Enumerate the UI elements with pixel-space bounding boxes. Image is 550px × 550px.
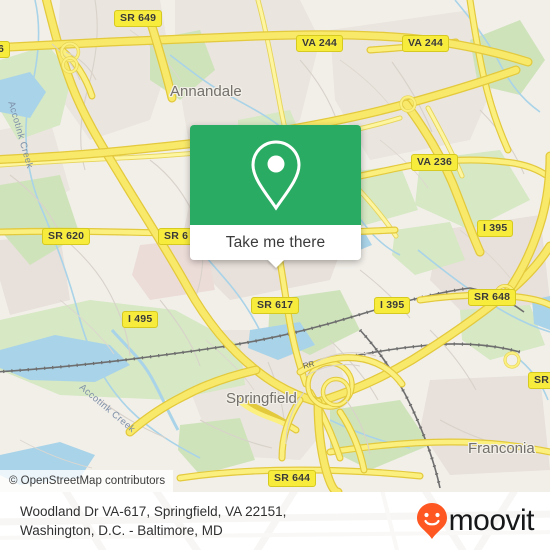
callout-pin-panel [190, 125, 361, 225]
road-shield-sr-620[interactable]: SR 620 [42, 228, 91, 245]
moovit-brand[interactable]: moovit [416, 502, 535, 540]
road-shield-sr-6-partial-left[interactable]: SR 6 [158, 228, 195, 245]
map-attribution[interactable]: © OpenStreetMap contributors [0, 470, 174, 492]
address-line-1: Woodland Dr VA-617, Springfield, VA 2215… [20, 504, 287, 519]
road-shield-sr-6-partial-right[interactable]: SR 6 [528, 372, 550, 389]
take-me-there-label: Take me there [225, 233, 326, 251]
callout-action-panel[interactable]: Take me there [190, 225, 361, 268]
road-shield-left-edge-partial[interactable]: 6 [0, 41, 11, 58]
callout-tail-pointer [266, 259, 285, 268]
road-shield-i-395-upper[interactable]: I 395 [477, 220, 514, 237]
road-shield-va-236[interactable]: VA 236 [411, 154, 459, 171]
place-label-springfield: Springfield [226, 390, 297, 407]
road-shield-va-244-west[interactable]: VA 244 [296, 35, 344, 52]
road-shield-sr-644[interactable]: SR 644 [268, 470, 317, 487]
map-canvas[interactable]: .land { fill:#f2efe9; } .green { fill:#d… [0, 0, 550, 492]
road-shield-i-495[interactable]: I 495 [122, 311, 159, 328]
place-label-annandale: Annandale [170, 83, 242, 100]
moovit-pin-smile-icon [416, 503, 447, 539]
road-shield-va-244-east[interactable]: VA 244 [402, 35, 450, 52]
road-shield-sr-617[interactable]: SR 617 [251, 297, 300, 314]
place-label-franconia: Franconia [468, 440, 535, 457]
road-shield-i-395-lower[interactable]: I 395 [374, 297, 411, 314]
address-line-2: Washington, D.C. - Baltimore, MD [20, 523, 223, 538]
footer-bar: Woodland Dr VA-617, Springfield, VA 2215… [0, 492, 550, 550]
moovit-wordmark: moovit [448, 504, 535, 537]
destination-address: Woodland Dr VA-617, Springfield, VA 2215… [20, 502, 286, 540]
road-shield-sr-649[interactable]: SR 649 [114, 10, 163, 27]
map-pin-icon [250, 140, 301, 211]
road-shield-sr-648[interactable]: SR 648 [468, 289, 517, 306]
destination-callout-card[interactable]: Take me there [190, 125, 361, 268]
moovit-map-screenshot: .land { fill:#f2efe9; } .green { fill:#d… [0, 0, 550, 550]
